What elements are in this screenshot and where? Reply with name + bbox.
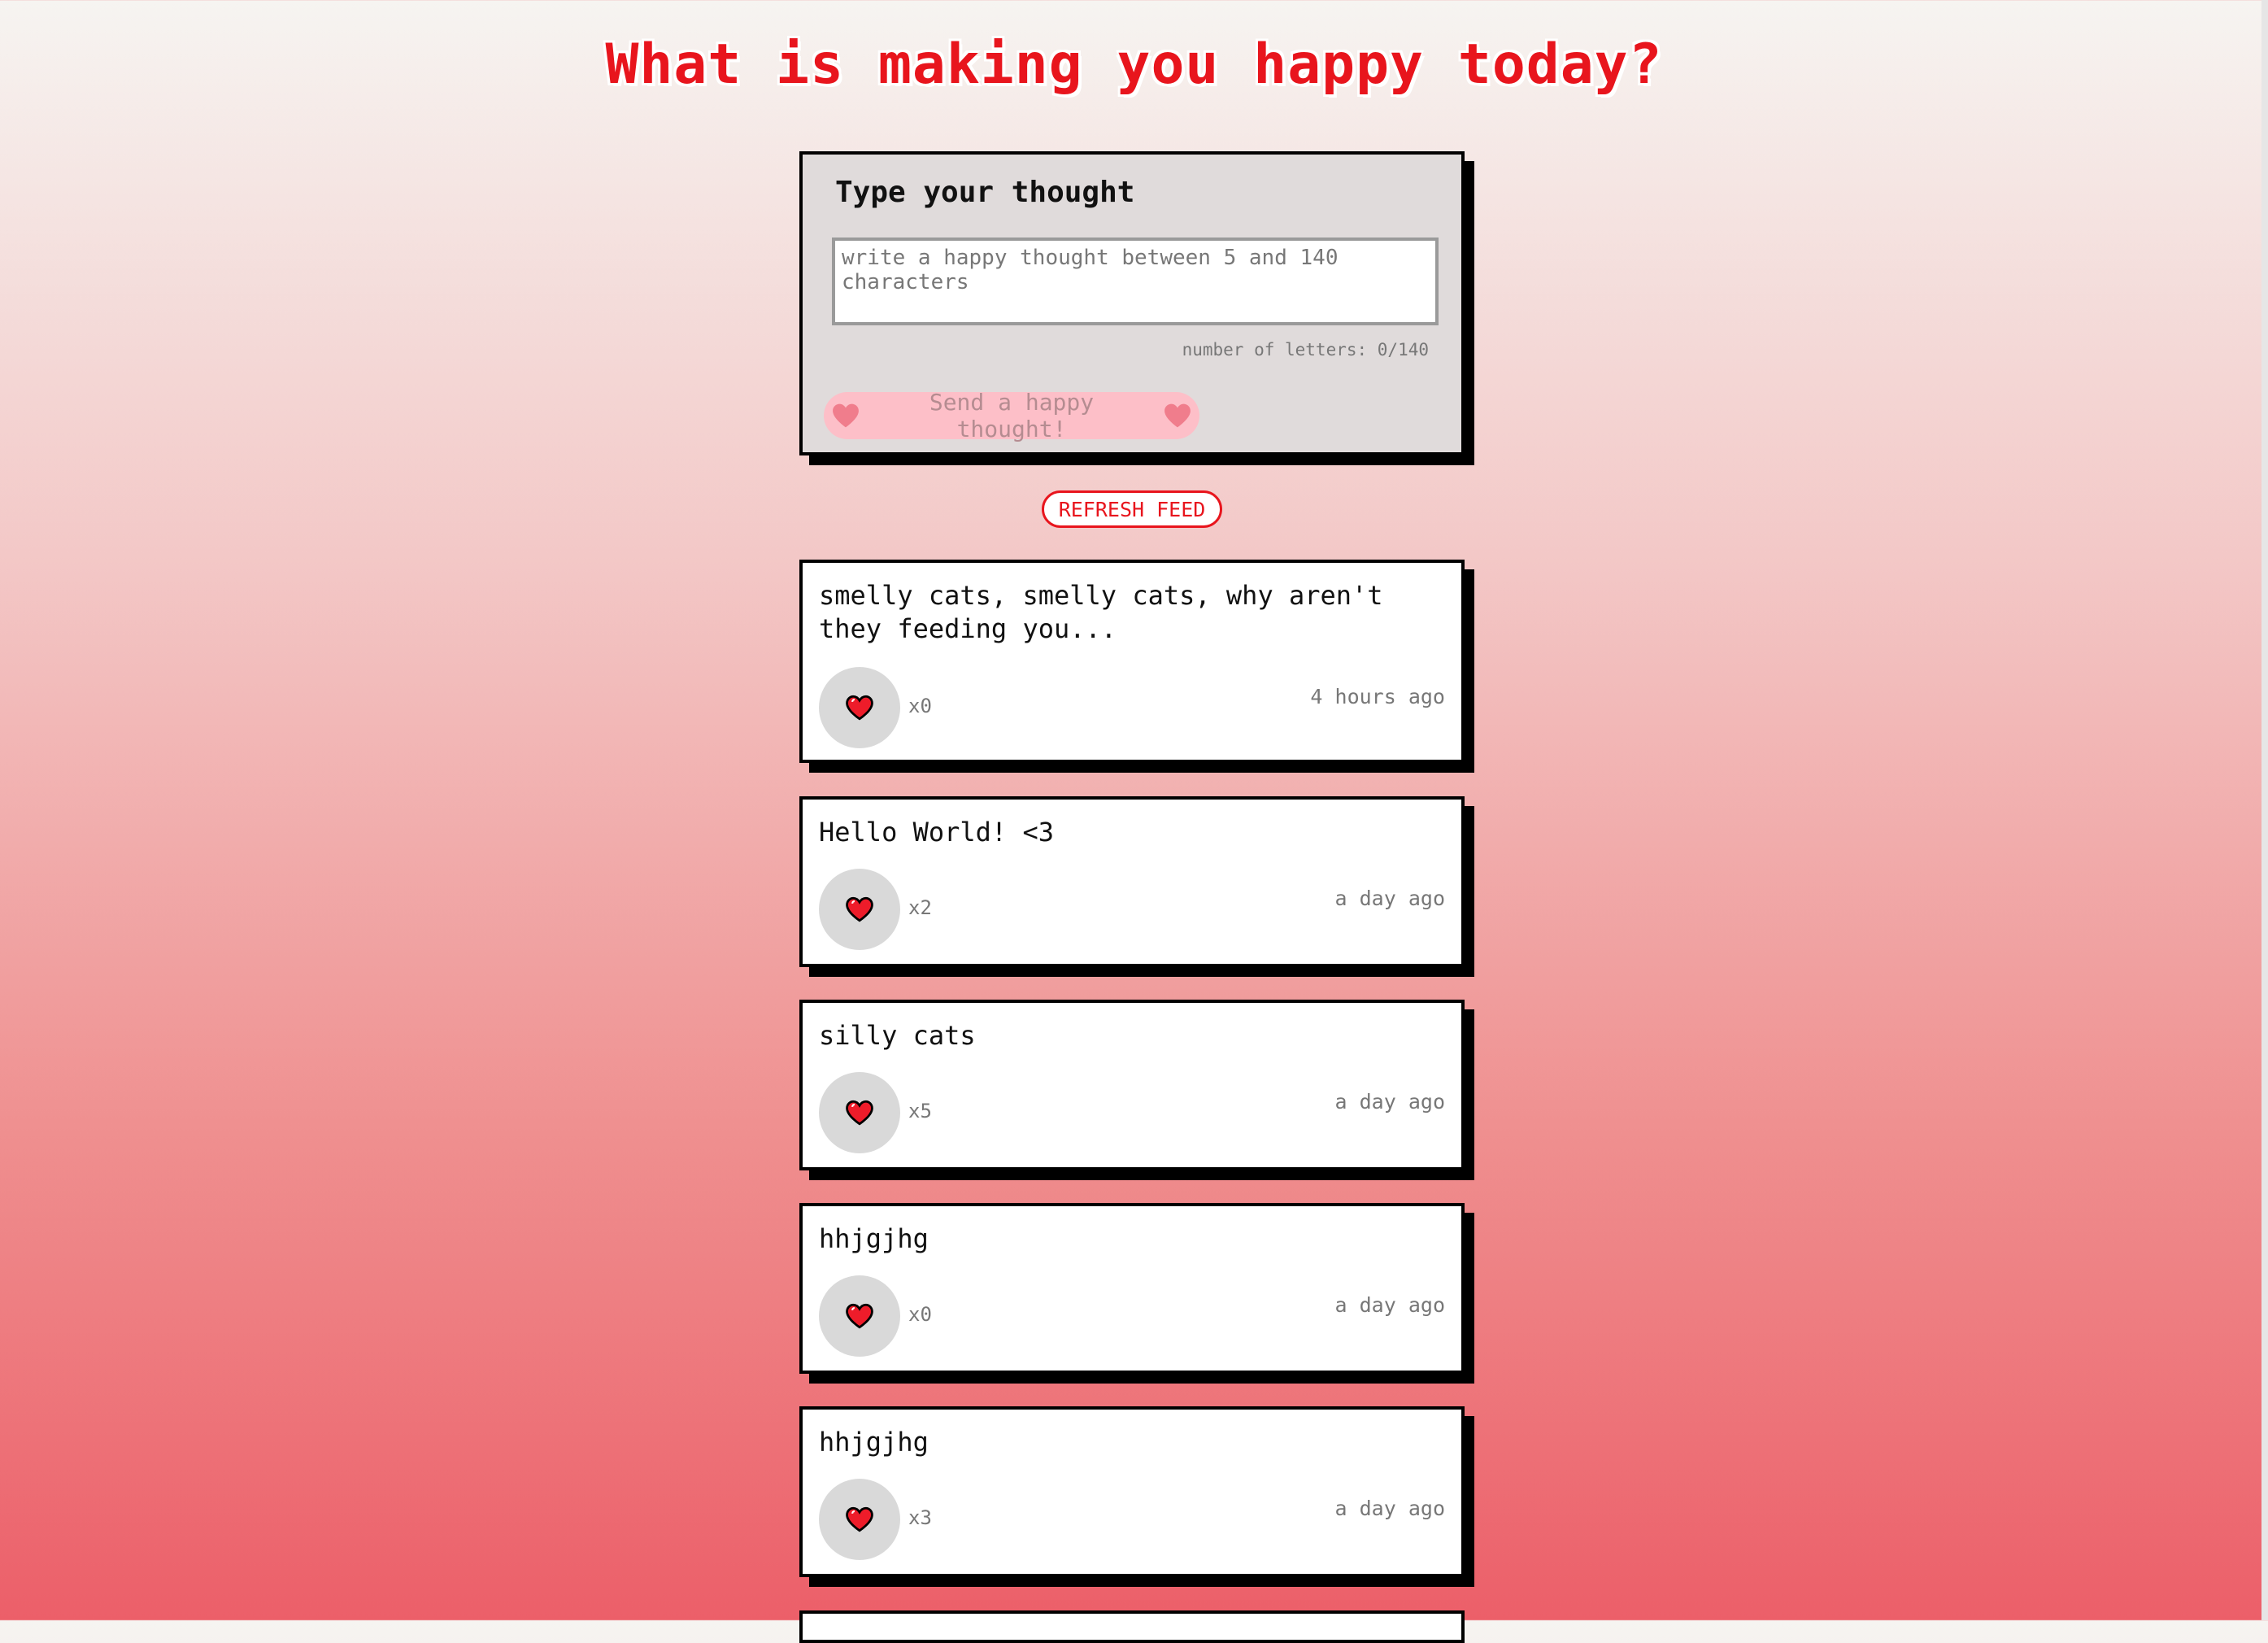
- like-button[interactable]: [819, 1479, 900, 1560]
- thought-message: hhjgjhg: [819, 1223, 929, 1254]
- thought-card: hhjgjhg x3 a day ago: [799, 1406, 1465, 1577]
- thought-card: [799, 1610, 1465, 1643]
- timestamp: 4 hours ago: [1310, 685, 1445, 708]
- thought-card: hhjgjhg x0 a day ago: [799, 1203, 1465, 1374]
- heart-icon: [846, 896, 873, 922]
- heart-icon: [846, 1506, 873, 1532]
- heart-icon: [1164, 403, 1191, 428]
- like-count: x5: [908, 1100, 932, 1122]
- thought-message: silly cats: [819, 1020, 976, 1051]
- like-button[interactable]: [819, 1072, 900, 1153]
- timestamp: a day ago: [1334, 887, 1445, 910]
- like-button[interactable]: [819, 667, 900, 748]
- refresh-feed-button[interactable]: REFRESH FEED: [1042, 490, 1222, 528]
- thought-card: Hello World! <3 x2 a day ago: [799, 796, 1465, 967]
- timestamp: a day ago: [1334, 1293, 1445, 1317]
- thought-message: smelly cats, smelly cats, why aren't the…: [819, 580, 1383, 644]
- like-count: x2: [908, 896, 932, 919]
- thought-form: Type your thought number of letters: 0/1…: [799, 151, 1465, 455]
- thought-input[interactable]: [832, 238, 1439, 325]
- character-counter: number of letters: 0/140: [1182, 340, 1429, 360]
- timestamp: a day ago: [1334, 1497, 1445, 1520]
- heart-icon: [846, 1100, 873, 1126]
- thought-card: smelly cats, smelly cats, why aren't the…: [799, 560, 1465, 763]
- like-button[interactable]: [819, 869, 900, 950]
- send-thought-button[interactable]: Send a happy thought!: [824, 389, 1199, 442]
- like-count: x3: [908, 1506, 932, 1529]
- heart-icon: [833, 403, 859, 428]
- like-count: x0: [908, 1303, 932, 1326]
- heart-icon: [846, 695, 873, 721]
- form-heading: Type your thought: [835, 176, 1135, 209]
- thought-message: hhjgjhg: [819, 1427, 929, 1458]
- timestamp: a day ago: [1334, 1090, 1445, 1113]
- send-button-label: Send a happy thought!: [929, 389, 1095, 442]
- like-count: x0: [908, 695, 932, 717]
- scrollbar[interactable]: [2261, 0, 2268, 1620]
- heart-icon: [846, 1303, 873, 1329]
- thought-card: silly cats x5 a day ago: [799, 1000, 1465, 1170]
- page-title: What is making you happy today?: [605, 33, 1663, 97]
- like-button[interactable]: [819, 1275, 900, 1357]
- thought-message: Hello World! <3: [819, 817, 1054, 848]
